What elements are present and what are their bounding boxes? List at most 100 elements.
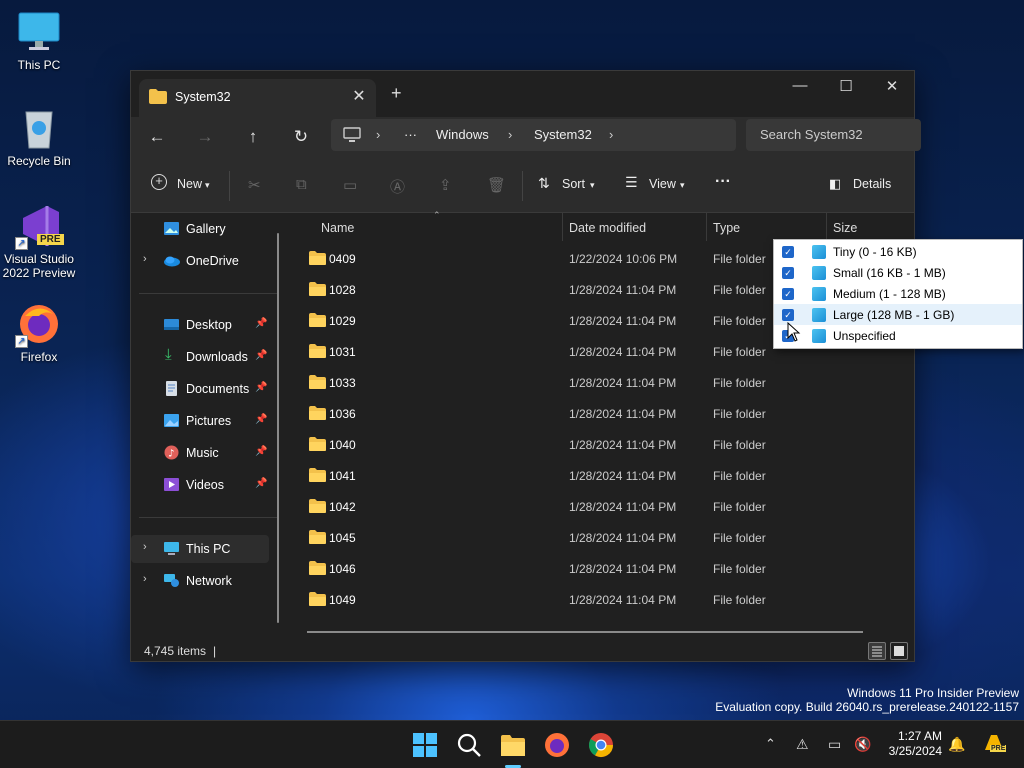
view-icon: ☰ — [625, 174, 638, 190]
checkbox-checked-icon[interactable]: ✓ — [782, 267, 794, 279]
column-header-type[interactable]: Type — [713, 221, 740, 235]
column-header-size[interactable]: Size — [833, 221, 857, 235]
sidebar-item-downloads[interactable]: ⤓ Downloads 📌 — [131, 343, 269, 371]
show-hidden-icons-button[interactable]: ⌃ — [765, 736, 776, 752]
large-icons-view-button[interactable] — [890, 642, 908, 660]
details-button[interactable]: Details — [853, 177, 891, 191]
checkbox-checked-icon[interactable]: ✓ — [782, 288, 794, 300]
forward-arrow-icon[interactable]: → — [191, 123, 219, 151]
notification-bell-icon[interactable]: 🔔 — [948, 736, 965, 753]
paste-icon[interactable]: ▭ — [343, 176, 357, 194]
taskbar-clock[interactable]: 1:27 AM 3/25/2024 — [882, 729, 942, 759]
pin-icon[interactable]: 📌 — [255, 350, 267, 361]
start-button[interactable] — [411, 731, 439, 759]
sort-ascending-icon: ⌃ — [433, 210, 441, 220]
size-filter-option-tiny[interactable]: ✓ Tiny (0 - 16 KB) — [774, 241, 1022, 262]
nav-pane-scrollbar[interactable] — [277, 233, 279, 623]
horizontal-scrollbar[interactable] — [307, 631, 863, 633]
column-divider[interactable] — [706, 213, 707, 241]
breadcrumb-overflow[interactable]: ··· — [404, 127, 417, 142]
taskbar-firefox[interactable] — [543, 731, 571, 759]
sidebar-item-pictures[interactable]: Pictures 📌 — [131, 407, 269, 435]
sidebar-item-this-pc[interactable]: › This PC — [131, 535, 269, 563]
refresh-icon[interactable]: ↻ — [287, 123, 315, 151]
sidebar-item-videos[interactable]: Videos 📌 — [131, 471, 269, 499]
chevron-right-icon[interactable]: › — [143, 541, 147, 553]
new-button[interactable]: New — [177, 177, 202, 191]
table-row[interactable]: 1046 1/28/2024 11:04 PM File folder — [289, 553, 916, 584]
desktop-icon-visual-studio[interactable]: PRE ↗ Visual Studio 2022 Preview — [1, 204, 77, 280]
chevron-right-icon[interactable]: › — [143, 253, 147, 265]
details-view-button[interactable] — [868, 642, 886, 660]
tab-system32[interactable]: System32 ✕ — [139, 79, 376, 117]
table-row[interactable]: 1036 1/28/2024 11:04 PM File folder — [289, 398, 916, 429]
cut-icon[interactable]: ✂ — [248, 176, 261, 194]
pin-icon[interactable]: 📌 — [255, 318, 267, 329]
taskbar-chrome[interactable] — [587, 731, 615, 759]
sort-button[interactable]: Sort — [562, 177, 585, 191]
size-filter-option-small[interactable]: ✓ Small (16 KB - 1 MB) — [774, 262, 1022, 283]
table-row[interactable]: 1042 1/28/2024 11:04 PM File folder — [289, 491, 916, 522]
download-icon: ⤓ — [165, 346, 172, 363]
sidebar-item-network[interactable]: › Network — [131, 567, 269, 595]
desktop-icon-this-pc[interactable]: This PC — [1, 10, 77, 72]
up-arrow-icon[interactable]: ↑ — [239, 123, 267, 151]
back-arrow-icon[interactable]: ← — [143, 123, 171, 151]
sidebar-item-label: Music — [186, 446, 219, 460]
breadcrumb-system32[interactable]: System32 — [534, 127, 592, 142]
size-filter-option-medium[interactable]: ✓ Medium (1 - 128 MB) — [774, 283, 1022, 304]
search-button[interactable] — [455, 731, 483, 759]
table-row[interactable]: 1041 1/28/2024 11:04 PM File folder — [289, 460, 916, 491]
divider — [139, 293, 277, 294]
folder-icon — [149, 89, 167, 104]
more-options-button[interactable]: ··· — [715, 173, 731, 191]
volume-muted-icon[interactable]: 🔇 — [854, 736, 871, 753]
delete-icon[interactable]: 🗑 — [487, 176, 506, 194]
sidebar-item-documents[interactable]: Documents 📌 — [131, 375, 269, 403]
new-tab-button[interactable]: + — [391, 83, 402, 104]
checkbox-checked-icon[interactable]: ✓ — [782, 246, 794, 258]
table-row[interactable]: 1045 1/28/2024 11:04 PM File folder — [289, 522, 916, 553]
view-button[interactable]: View — [649, 177, 676, 191]
taskbar-file-explorer[interactable] — [499, 731, 527, 759]
table-row[interactable]: 1049 1/28/2024 11:04 PM File folder — [289, 584, 916, 615]
maximize-button[interactable]: ☐ — [823, 77, 869, 95]
column-divider[interactable] — [826, 213, 827, 241]
copilot-preview-icon[interactable]: PRE — [982, 732, 1007, 756]
copy-icon[interactable]: ⧉ — [296, 176, 307, 193]
address-bar[interactable]: › ··· Windows › System32 › — [331, 119, 736, 151]
breadcrumb-separator[interactable]: › — [609, 127, 613, 142]
desktop-icon-firefox[interactable]: ↗ Firefox — [1, 302, 77, 364]
pin-icon[interactable]: 📌 — [255, 478, 267, 489]
status-bar: 4,745 items | — [131, 636, 914, 662]
chevron-right-icon[interactable]: › — [143, 573, 147, 585]
tab-close-icon[interactable]: ✕ — [349, 86, 369, 106]
sidebar-item-onedrive[interactable]: › OneDrive — [131, 247, 269, 275]
table-row[interactable]: 1040 1/28/2024 11:04 PM File folder — [289, 429, 916, 460]
sidebar-item-music[interactable]: ♪ Music 📌 — [131, 439, 269, 467]
music-icon: ♪ — [164, 445, 179, 460]
share-icon[interactable]: ⇪ — [439, 176, 452, 194]
breadcrumb-windows[interactable]: Windows — [436, 127, 489, 142]
checkbox-checked-icon[interactable]: ✓ — [782, 309, 794, 321]
search-input[interactable]: Search System32 — [746, 119, 921, 151]
column-divider[interactable] — [562, 213, 563, 241]
desktop-icon-recycle-bin[interactable]: Recycle Bin — [1, 106, 77, 168]
folder-icon — [309, 282, 326, 296]
minimize-button[interactable]: — — [777, 77, 823, 94]
display-icon[interactable]: ▭ — [828, 736, 841, 753]
sidebar-item-desktop[interactable]: Desktop 📌 — [131, 311, 269, 339]
pin-icon[interactable]: 📌 — [255, 382, 267, 393]
size-filter-option-unspecified[interactable]: ✓ Unspecified — [774, 325, 1022, 346]
rename-icon[interactable]: Ⓐ — [390, 176, 405, 197]
pin-icon[interactable]: 📌 — [255, 446, 267, 457]
shortcut-arrow-icon: ↗ — [15, 237, 28, 250]
column-header-name[interactable]: Name — [321, 221, 354, 235]
size-filter-option-large[interactable]: ✓ Large (128 MB - 1 GB) — [774, 304, 1022, 325]
table-row[interactable]: 1033 1/28/2024 11:04 PM File folder — [289, 367, 916, 398]
close-button[interactable]: ✕ — [869, 77, 915, 95]
network-status-icon[interactable]: ⚠ — [796, 736, 809, 753]
column-header-date[interactable]: Date modified — [569, 221, 646, 235]
pin-icon[interactable]: 📌 — [255, 414, 267, 425]
sidebar-item-gallery[interactable]: Gallery — [131, 215, 269, 243]
